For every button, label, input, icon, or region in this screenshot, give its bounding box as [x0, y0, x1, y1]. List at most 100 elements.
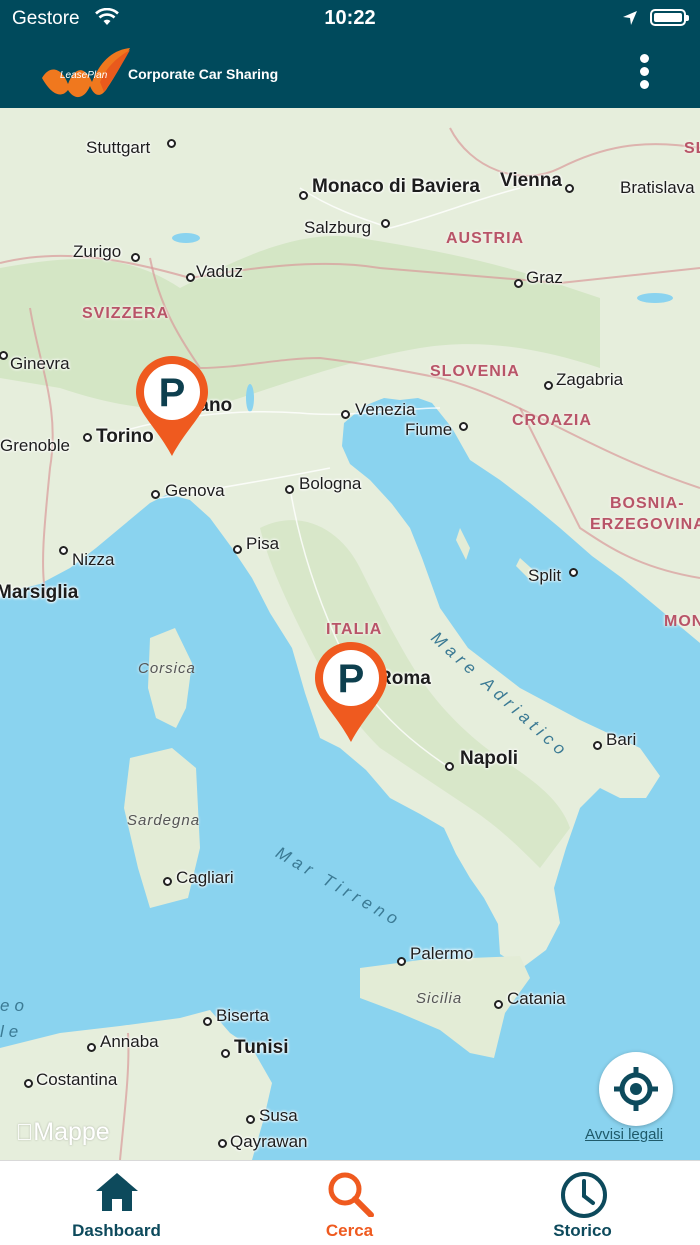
city-label: Monaco di Baviera [312, 176, 480, 197]
apple-maps-brand: Mappe [16, 1118, 110, 1146]
city-label: Catania [507, 989, 566, 1008]
more-dot-icon [640, 54, 649, 63]
city-dot [24, 1079, 33, 1088]
status-bar: Gestore 10:22 [0, 0, 700, 36]
city-dot [445, 762, 454, 771]
legal-notices-link[interactable]: Avvisi legali [585, 1126, 663, 1143]
tab-dashboard[interactable]: Dashboard [0, 1161, 233, 1245]
country-label: SL [684, 140, 700, 157]
tab-bar: Dashboard Cerca Storico [0, 1160, 700, 1245]
city-label: Bratislava [620, 178, 695, 197]
app-title: Corporate Car Sharing [128, 66, 279, 82]
city-dot [381, 219, 390, 228]
parking-pin-turin[interactable]: P [134, 354, 210, 458]
country-label: CROAZIA [512, 412, 592, 429]
city-label: Vaduz [196, 262, 243, 281]
city-dot [565, 184, 574, 193]
clock-icon [561, 1172, 607, 1218]
city-label: Genova [165, 481, 225, 500]
city-label: Salzburg [304, 218, 372, 237]
city-dot [593, 741, 602, 750]
island-label: Sicilia [416, 990, 463, 1007]
country-label: MON [664, 613, 700, 630]
sea-label: eo [0, 996, 29, 1015]
city-label: Nizza [72, 550, 115, 569]
city-label: Tunisi [234, 1037, 289, 1058]
island-label: Corsica [138, 660, 196, 677]
city-label: Annaba [100, 1032, 159, 1051]
city-label: Marsiglia [0, 582, 79, 603]
city-label: Costantina [36, 1070, 118, 1089]
more-dot-icon [640, 80, 649, 89]
tab-label: Dashboard [72, 1221, 161, 1240]
city-dot [83, 433, 92, 442]
apple-logo-icon:  [16, 1119, 33, 1145]
city-dot [203, 1017, 212, 1026]
country-label: AUSTRIA [446, 230, 525, 247]
city-label: Susa [259, 1106, 298, 1125]
parking-pin-rome[interactable]: P [313, 640, 389, 744]
city-dot [285, 485, 294, 494]
country-label: BOSNIA- [610, 495, 685, 512]
location-arrow-icon [623, 11, 637, 25]
city-dot [459, 422, 468, 431]
country-label: SVIZZERA [82, 305, 170, 322]
city-label: Bologna [299, 474, 362, 493]
city-label: Pisa [246, 534, 280, 553]
city-dot [514, 279, 523, 288]
tab-label: Cerca [325, 1221, 374, 1240]
city-label: Qayrawan [230, 1132, 308, 1151]
city-dot [569, 568, 578, 577]
city-dot [341, 410, 350, 419]
map-view[interactable]: MetzStuttgartMonaco di BavieraViennaBrat… [0, 108, 700, 1160]
city-dot [151, 490, 160, 499]
city-label: Cagliari [176, 868, 234, 887]
city-dot [131, 253, 140, 262]
crosshair-icon [614, 1067, 658, 1111]
city-dot [221, 1049, 230, 1058]
city-label: Napoli [460, 748, 519, 769]
city-label: Bari [606, 730, 637, 749]
city-dot [397, 957, 406, 966]
city-label: Ginevra [10, 354, 70, 373]
city-dot [163, 877, 172, 886]
country-label: ITALIA [326, 621, 383, 638]
sea-label: le [0, 1022, 24, 1041]
search-icon [328, 1172, 374, 1217]
city-dot [246, 1115, 255, 1124]
logo-text: LeasePlan [60, 70, 108, 81]
city-dot [87, 1043, 96, 1052]
city-label: Palermo [410, 944, 474, 963]
more-dot-icon [640, 67, 649, 76]
battery-icon [650, 9, 689, 26]
leaseplan-logo: LeasePlan [42, 48, 130, 98]
clock-time: 10:22 [324, 7, 376, 29]
island-label: Sardegna [127, 812, 201, 829]
city-label: Grenoble [0, 436, 70, 455]
city-dot [544, 381, 553, 390]
city-label: Biserta [216, 1006, 269, 1025]
home-icon [96, 1173, 138, 1211]
more-menu-button[interactable] [628, 50, 662, 94]
city-dot [494, 1000, 503, 1009]
tab-storico[interactable]: Storico [466, 1161, 699, 1245]
tab-label: Storico [553, 1221, 612, 1240]
city-label: Fiume [405, 420, 453, 439]
city-dot [59, 546, 68, 555]
city-label: Zagabria [556, 370, 624, 389]
country-label: SLOVENIA [430, 363, 520, 380]
city-label: Graz [526, 268, 563, 287]
city-label: Stuttgart [86, 138, 151, 157]
city-dot [186, 273, 195, 282]
app-header: LeasePlan Corporate Car Sharing [0, 36, 700, 108]
city-label: Zurigo [73, 242, 122, 261]
city-label: Vienna [500, 170, 562, 191]
country-label: ERZEGOVINA [590, 516, 700, 533]
locate-me-button[interactable] [599, 1052, 673, 1126]
parking-symbol: P [338, 657, 365, 701]
city-label: Split [528, 566, 562, 585]
city-dot [233, 545, 242, 554]
city-dot [218, 1139, 227, 1148]
tab-cerca[interactable]: Cerca [233, 1161, 466, 1245]
city-dot [299, 191, 308, 200]
